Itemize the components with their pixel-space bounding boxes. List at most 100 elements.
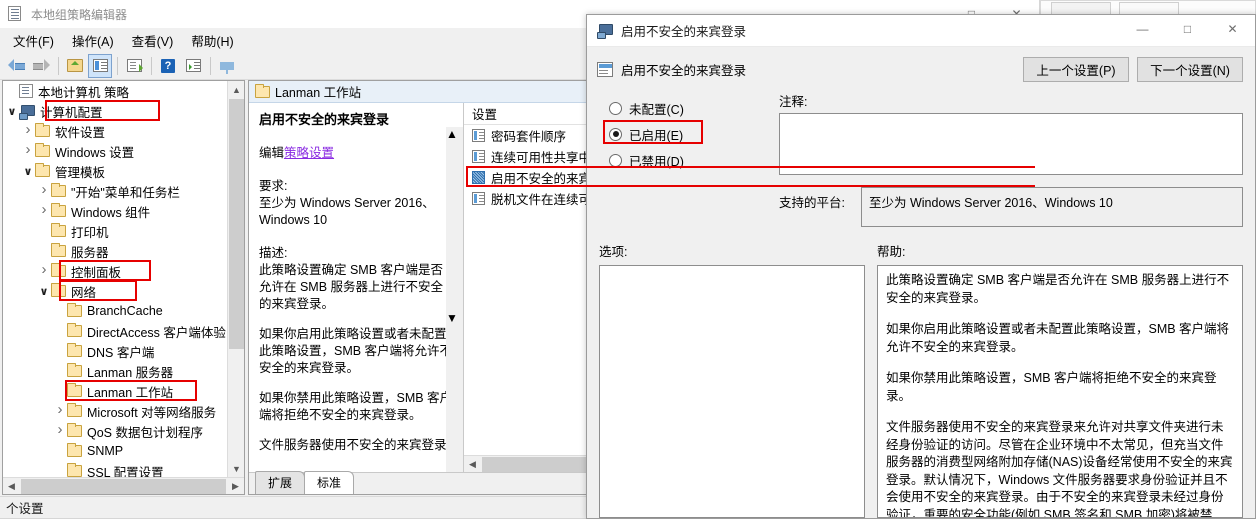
edit-policy-setting-link[interactable]: 策略设置 [284, 146, 334, 160]
chevron-open-icon[interactable] [37, 285, 51, 298]
description-paragraph-4: 文件服务器使用不安全的来宾登录 [259, 438, 447, 452]
tree-hscroll-thumb[interactable] [21, 479, 226, 494]
tab-standard[interactable]: 标准 [304, 471, 355, 494]
dialog-nav-buttons: 上一个设置(P) 下一个设置(N) [1023, 56, 1243, 82]
settings-list-item-label: 密码套件顺序 [491, 130, 567, 144]
tree-item-16[interactable]: QoS 数据包计划程序 [3, 421, 227, 441]
tree-item-10[interactable]: BranchCache [3, 301, 227, 321]
extended-scroll-up-icon[interactable]: ▲ [446, 127, 463, 141]
show-tree-icon[interactable] [88, 53, 112, 78]
folder-icon [67, 323, 82, 337]
tree-item-4[interactable]: "开始"菜单和任务栏 [3, 181, 227, 201]
description-paragraph-3: 如果你禁用此策略设置，SMB 客户端将拒绝不安全的来宾登录。 [259, 391, 453, 422]
dialog-header-label: 启用不安全的来宾登录 [621, 63, 747, 78]
tree-scroll-down-icon[interactable]: ▼ [228, 460, 244, 477]
radio-disabled-indicator[interactable] [609, 153, 622, 167]
options-panel[interactable] [599, 265, 865, 518]
radio-enabled-indicator[interactable] [609, 127, 622, 141]
tree-item-9[interactable]: 网络 [3, 281, 227, 301]
state-and-comment-row: 未配置(C) 已启用(E) 已禁用(D) 注释: 支持的平台: 至少为 Wind… [587, 91, 1255, 227]
tree-item-5[interactable]: Windows 组件 [3, 201, 227, 221]
export-list-icon[interactable] [122, 54, 146, 78]
chevron-closed-icon[interactable] [37, 205, 51, 217]
tree-item-18[interactable]: SSL 配置设置 [3, 461, 227, 477]
filter-icon[interactable] [215, 54, 239, 78]
options-and-help-row: 选项: 帮助: 此策略设置确定 SMB 客户端是否允许在 SMB 服务器上进行不… [587, 241, 1255, 518]
radio-disabled[interactable]: 已禁用(D) [599, 147, 779, 173]
tree-item-6[interactable]: 打印机 [3, 221, 227, 241]
tree-item-label: SNMP [87, 444, 124, 458]
tree-item-3[interactable]: 管理模板 [3, 161, 227, 181]
chevron-closed-icon[interactable] [53, 405, 67, 417]
chevron-closed-icon[interactable] [21, 125, 35, 137]
tree-item-0[interactable]: 计算机配置 [3, 101, 227, 121]
radio-enabled[interactable]: 已启用(E) [599, 121, 779, 147]
policy-tree-pane[interactable]: 本地计算机 策略计算机配置软件设置 Windows 设置管理模板 "开始"菜单和任务… [2, 80, 245, 495]
help-panel[interactable]: 此策略设置确定 SMB 客户端是否允许在 SMB 服务器上进行不安全的来宾登录。… [877, 265, 1243, 518]
tab-extended[interactable]: 扩展 [255, 471, 306, 494]
tree-item-15[interactable]: Microsoft 对等网络服务 [3, 401, 227, 421]
help-column: 帮助: 此策略设置确定 SMB 客户端是否允许在 SMB 服务器上进行不安全的来… [877, 241, 1243, 518]
menu-view[interactable]: 查看(V) [123, 28, 183, 53]
policy-tree[interactable]: 本地计算机 策略计算机配置软件设置 Windows 设置管理模板 "开始"菜单和任务… [3, 81, 227, 477]
toolbar-separator-4 [210, 56, 211, 75]
tree-item-11[interactable]: DirectAccess 客户端体验 [3, 321, 227, 341]
toolbar-separator-1 [58, 56, 59, 75]
tree-item-14[interactable]: Lanman 工作站 [3, 381, 227, 401]
tree-item-label: 网络 [71, 285, 97, 300]
tree-root-item[interactable]: 本地计算机 策略 [3, 81, 227, 101]
document-icon [8, 6, 24, 22]
dialog-close-button[interactable]: ✕ [1210, 15, 1255, 43]
tree-item-label: Lanman 服务器 [87, 365, 174, 380]
radio-enabled-label: 已启用(E) [629, 128, 684, 143]
chevron-closed-icon[interactable] [37, 265, 51, 277]
extended-scroll-down-icon[interactable]: ▼ [446, 311, 463, 325]
menu-action[interactable]: 操作(A) [63, 28, 123, 53]
chevron-open-icon[interactable] [5, 105, 19, 118]
tree-scroll-up-icon[interactable]: ▲ [228, 81, 244, 98]
tree-scroll-left-icon[interactable]: ◀ [3, 478, 20, 494]
settings-scroll-left-icon[interactable]: ◀ [464, 456, 481, 472]
extended-scroll-thumb[interactable] [446, 141, 463, 311]
menu-help[interactable]: 帮助(H) [182, 28, 242, 53]
radio-not-configured[interactable]: 未配置(C) [599, 95, 779, 121]
chevron-closed-icon[interactable] [37, 185, 51, 197]
tree-item-1[interactable]: 软件设置 [3, 121, 227, 141]
chevron-open-icon[interactable] [21, 165, 35, 178]
tree-scroll-thumb[interactable] [229, 99, 244, 349]
tree-item-label: DNS 客户端 [87, 345, 155, 360]
next-setting-button[interactable]: 下一个设置(N) [1137, 56, 1243, 82]
tree-item-12[interactable]: DNS 客户端 [3, 341, 227, 361]
radio-disabled-label: 已禁用(D) [629, 154, 684, 169]
back-arrow-icon[interactable] [4, 54, 28, 78]
chevron-closed-icon[interactable] [21, 145, 35, 157]
extended-vertical-scrollbar[interactable]: ▲ ▼ [446, 127, 463, 472]
chevron-closed-icon[interactable] [53, 425, 67, 437]
folder-icon [67, 423, 82, 437]
previous-setting-button[interactable]: 上一个设置(P) [1023, 56, 1129, 82]
tree-vertical-scrollbar[interactable]: ▲ ▼ [227, 81, 244, 477]
tree-item-label: Lanman 工作站 [87, 385, 174, 400]
run-icon[interactable] [181, 54, 205, 78]
policy-setting-icon [597, 61, 613, 77]
tree-item-label: QoS 数据包计划程序 [87, 425, 203, 440]
comment-input[interactable] [779, 113, 1243, 175]
dialog-minimize-button[interactable]: — [1120, 15, 1165, 43]
tree-item-7[interactable]: 服务器 [3, 241, 227, 261]
tree-scroll-right-icon[interactable]: ▶ [227, 478, 244, 494]
up-folder-icon[interactable] [63, 54, 87, 78]
tree-horizontal-scrollbar[interactable]: ◀ ▶ [3, 477, 244, 494]
extended-info-column: 启用不安全的来宾登录 编辑策略设置 要求: 至少为 Windows Server… [249, 103, 464, 472]
tree-item-2[interactable]: Windows 设置 [3, 141, 227, 161]
folder-icon [51, 243, 66, 257]
help-icon[interactable]: ? [156, 54, 180, 78]
extended-policy-title: 启用不安全的来宾登录 [259, 112, 390, 127]
tree-item-8[interactable]: 控制面板 [3, 261, 227, 281]
tree-item-17[interactable]: SNMP [3, 441, 227, 461]
radio-not-configured-indicator[interactable] [609, 101, 622, 115]
forward-arrow-icon[interactable] [29, 54, 53, 78]
menu-file[interactable]: 文件(F) [4, 28, 63, 53]
dialog-maximize-button[interactable]: □ [1165, 15, 1210, 43]
platform-row: 支持的平台: 至少为 Windows Server 2016、Windows 1… [779, 187, 1243, 227]
tree-item-13[interactable]: Lanman 服务器 [3, 361, 227, 381]
